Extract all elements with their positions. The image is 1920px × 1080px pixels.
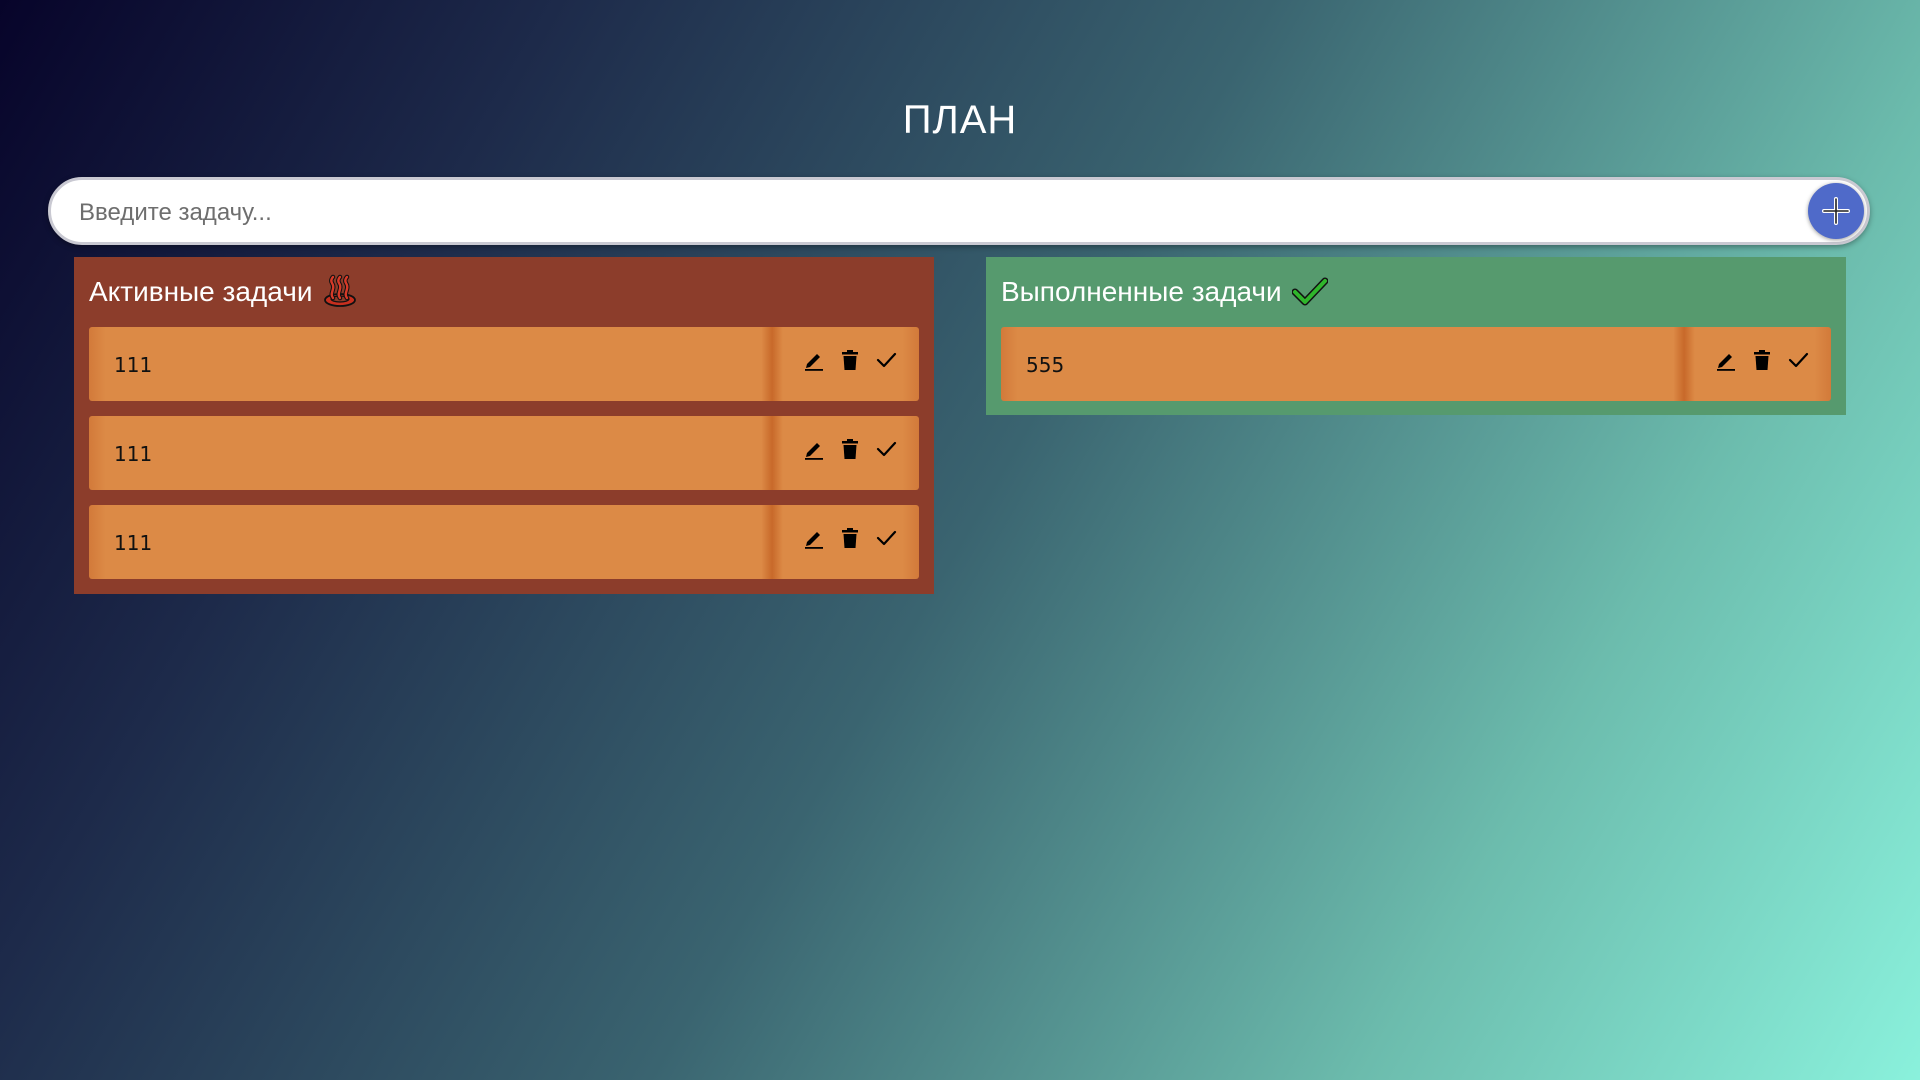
task-actions	[801, 347, 899, 373]
checkmark-icon	[876, 530, 897, 546]
edit-button[interactable]	[801, 436, 827, 462]
edit-button[interactable]	[1713, 347, 1739, 373]
active-tasks-title: Активные задачи	[89, 276, 313, 307]
task-text: 111	[114, 442, 153, 466]
task-actions	[1713, 347, 1811, 373]
delete-button[interactable]	[1749, 347, 1775, 373]
task-input[interactable]	[77, 192, 1781, 234]
pencil-icon	[805, 354, 823, 371]
task-text: 555	[1026, 353, 1065, 377]
checkmark-icon	[876, 441, 897, 457]
plus-icon	[1822, 197, 1850, 225]
active-tasks-header: Активные задачи	[89, 257, 919, 327]
pencil-icon	[805, 443, 823, 460]
trash-icon	[842, 350, 858, 370]
checkmark-icon	[876, 352, 897, 368]
task-actions	[801, 525, 899, 551]
task-text: 111	[114, 353, 153, 377]
task-item: 111	[89, 327, 919, 401]
delete-button[interactable]	[837, 436, 863, 462]
delete-button[interactable]	[837, 525, 863, 551]
check-mark-icon	[1291, 277, 1328, 306]
complete-button[interactable]	[873, 436, 899, 462]
edit-button[interactable]	[801, 347, 827, 373]
task-item: 111	[89, 505, 919, 579]
completed-tasks-panel: Выполненные задачи 555	[986, 257, 1846, 415]
task-input-bar	[48, 177, 1870, 245]
add-task-button[interactable]	[1808, 183, 1864, 239]
task-item: 111	[89, 416, 919, 490]
checkmark-icon	[1788, 352, 1809, 368]
completed-tasks-header: Выполненные задачи	[1001, 257, 1831, 327]
task-text: 111	[114, 531, 153, 555]
delete-button[interactable]	[837, 347, 863, 373]
trash-icon	[842, 439, 858, 459]
task-actions	[801, 436, 899, 462]
complete-button[interactable]	[1785, 347, 1811, 373]
edit-button[interactable]	[801, 525, 827, 551]
pencil-icon	[805, 532, 823, 549]
trash-icon	[842, 528, 858, 548]
trash-icon	[1754, 350, 1770, 370]
pencil-icon	[1717, 354, 1735, 371]
completed-tasks-title: Выполненные задачи	[1001, 276, 1282, 307]
hot-springs-icon	[324, 274, 357, 307]
task-item: 555	[1001, 327, 1831, 401]
complete-button[interactable]	[873, 347, 899, 373]
active-tasks-panel: Активные задачи 111 111 111	[74, 257, 934, 594]
complete-button[interactable]	[873, 525, 899, 551]
app-title: ПЛАН	[902, 98, 1018, 142]
